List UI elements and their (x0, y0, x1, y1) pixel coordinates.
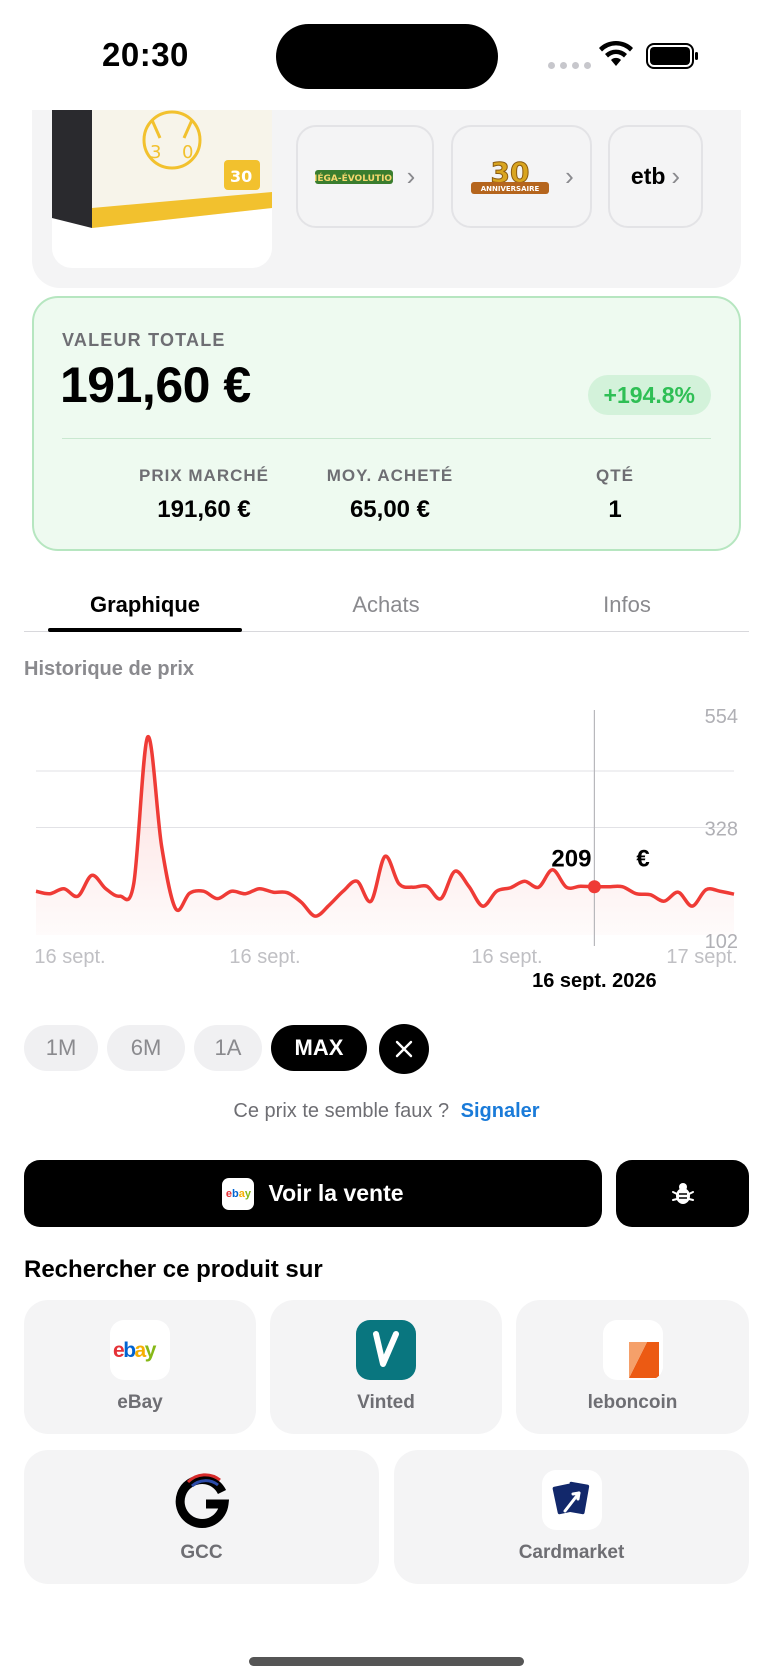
view-sale-label: Voir la vente (268, 1180, 404, 1206)
period-6m[interactable]: 6M (107, 1025, 185, 1071)
status-bar: 20:30 (0, 0, 773, 110)
y-tick-label: 554 (705, 706, 738, 728)
report-price-line: Ce prix te semble faux ? Signaler (0, 1100, 773, 1123)
period-max[interactable]: MAX (271, 1025, 367, 1071)
stat-value: 65,00 € (349, 496, 431, 523)
store-name: eBay (117, 1392, 163, 1413)
30-anniversaire-logo: 30 ANNIVERSAIRE (471, 155, 550, 194)
stat-label: QTÉ (596, 466, 634, 485)
store-name: Cardmarket (518, 1542, 625, 1563)
x-tick-label: 16 sept. (34, 946, 105, 968)
period-1a[interactable]: 1A (194, 1025, 262, 1071)
chevron-right-icon: › (671, 161, 681, 191)
report-question: Ce prix te semble faux ? (233, 1100, 450, 1122)
active-tab-indicator (48, 628, 242, 632)
battery-icon (646, 43, 698, 69)
store-name: GCC (180, 1542, 223, 1563)
svg-text:3: 3 (150, 142, 161, 163)
svg-text:MÉGA-ÉVOLUTION: MÉGA-ÉVOLUTION (315, 172, 393, 184)
change-percent-badge: +194.8% (587, 375, 711, 415)
total-value-label: VALEUR TOTALE (62, 330, 226, 350)
selected-point (587, 880, 601, 894)
y-tick-label: 328 (705, 819, 738, 841)
selected-value-label: 209 (551, 846, 591, 873)
search-section-title: Rechercher ce produit sur (24, 1256, 323, 1283)
mega-evolution-logo: MÉGA-ÉVOLUTION (314, 169, 393, 184)
leboncoin-logo-icon (602, 1320, 663, 1380)
chevron-right-icon: › (565, 161, 574, 191)
ebay-icon: ebay (222, 1177, 255, 1210)
tab-infos[interactable]: Infos (530, 592, 724, 618)
home-indicator (249, 1657, 524, 1666)
svg-text:ebay: ebay (113, 1339, 157, 1362)
cellular-signal-icon (548, 62, 591, 69)
selected-date-label: 16 sept. 2026 (532, 970, 657, 990)
stat-average-bought: MOY. ACHETÉ 65,00 € (280, 466, 500, 524)
store-name: leboncoin (587, 1392, 678, 1413)
price-area-fill (36, 736, 734, 935)
tag-etb-label: etb (630, 163, 666, 189)
price-history-chart[interactable]: 554328102 209 € 16 sept. 16 sept. 16 sept.… (0, 690, 773, 990)
wifi-icon (599, 40, 633, 66)
store-vinted[interactable]: Vinted (270, 1300, 502, 1434)
store-name: Vinted (357, 1392, 415, 1413)
x-tick-label: 16 sept. (471, 946, 542, 968)
store-gcc[interactable]: GCC (24, 1450, 379, 1584)
product-image[interactable]: 3 0 30 (52, 100, 272, 268)
report-bug-button[interactable] (616, 1160, 749, 1227)
divider (62, 438, 711, 439)
selected-unit-label: € (636, 846, 649, 873)
tag-30-anniversaire[interactable]: 30 ANNIVERSAIRE › (451, 125, 592, 228)
tab-achats[interactable]: Achats (289, 592, 483, 618)
total-value-card: VALEUR TOTALE 191,60 € +194.8% PRIX MARC… (32, 296, 741, 551)
vinted-logo-icon (356, 1320, 416, 1380)
bug-icon (671, 1182, 694, 1204)
stat-quantity: QTÉ 1 (505, 466, 725, 524)
status-time: 20:30 (102, 36, 189, 73)
cardmarket-logo-icon (541, 1470, 602, 1530)
period-1m[interactable]: 1M (24, 1025, 98, 1071)
x-tick-label: 17 sept. (666, 946, 737, 968)
store-ebay[interactable]: ebay eBay (24, 1300, 256, 1434)
tab-graphique[interactable]: Graphique (48, 592, 242, 618)
close-icon (395, 1040, 413, 1058)
store-leboncoin[interactable]: leboncoin (516, 1300, 749, 1434)
view-sale-button[interactable]: ebay Voir la vente (24, 1160, 602, 1227)
tab-bar: Graphique Achats Infos (24, 580, 749, 632)
svg-text:30: 30 (230, 167, 252, 186)
stat-value: 1 (608, 496, 622, 523)
etb-box-illustration: 3 0 30 (52, 100, 272, 228)
tag-etb[interactable]: etb › (608, 125, 703, 228)
svg-text:0: 0 (182, 142, 193, 163)
close-chart-button[interactable] (379, 1024, 429, 1074)
gcc-logo-icon (172, 1470, 232, 1530)
x-tick-label: 16 sept. (229, 946, 300, 968)
price-history-label: Historique de prix (24, 658, 195, 680)
total-value-amount: 191,60 € (60, 357, 251, 413)
ebay-logo-icon: ebay (110, 1320, 170, 1380)
dynamic-island (276, 24, 498, 89)
tag-mega-evolution[interactable]: MÉGA-ÉVOLUTION › (296, 125, 434, 228)
chevron-right-icon: › (406, 161, 416, 191)
store-cardmarket[interactable]: Cardmarket (394, 1450, 749, 1584)
report-link[interactable]: Signaler (461, 1100, 540, 1122)
svg-text:ANNIVERSAIRE: ANNIVERSAIRE (481, 185, 540, 193)
stat-label: MOY. ACHETÉ (326, 466, 454, 485)
